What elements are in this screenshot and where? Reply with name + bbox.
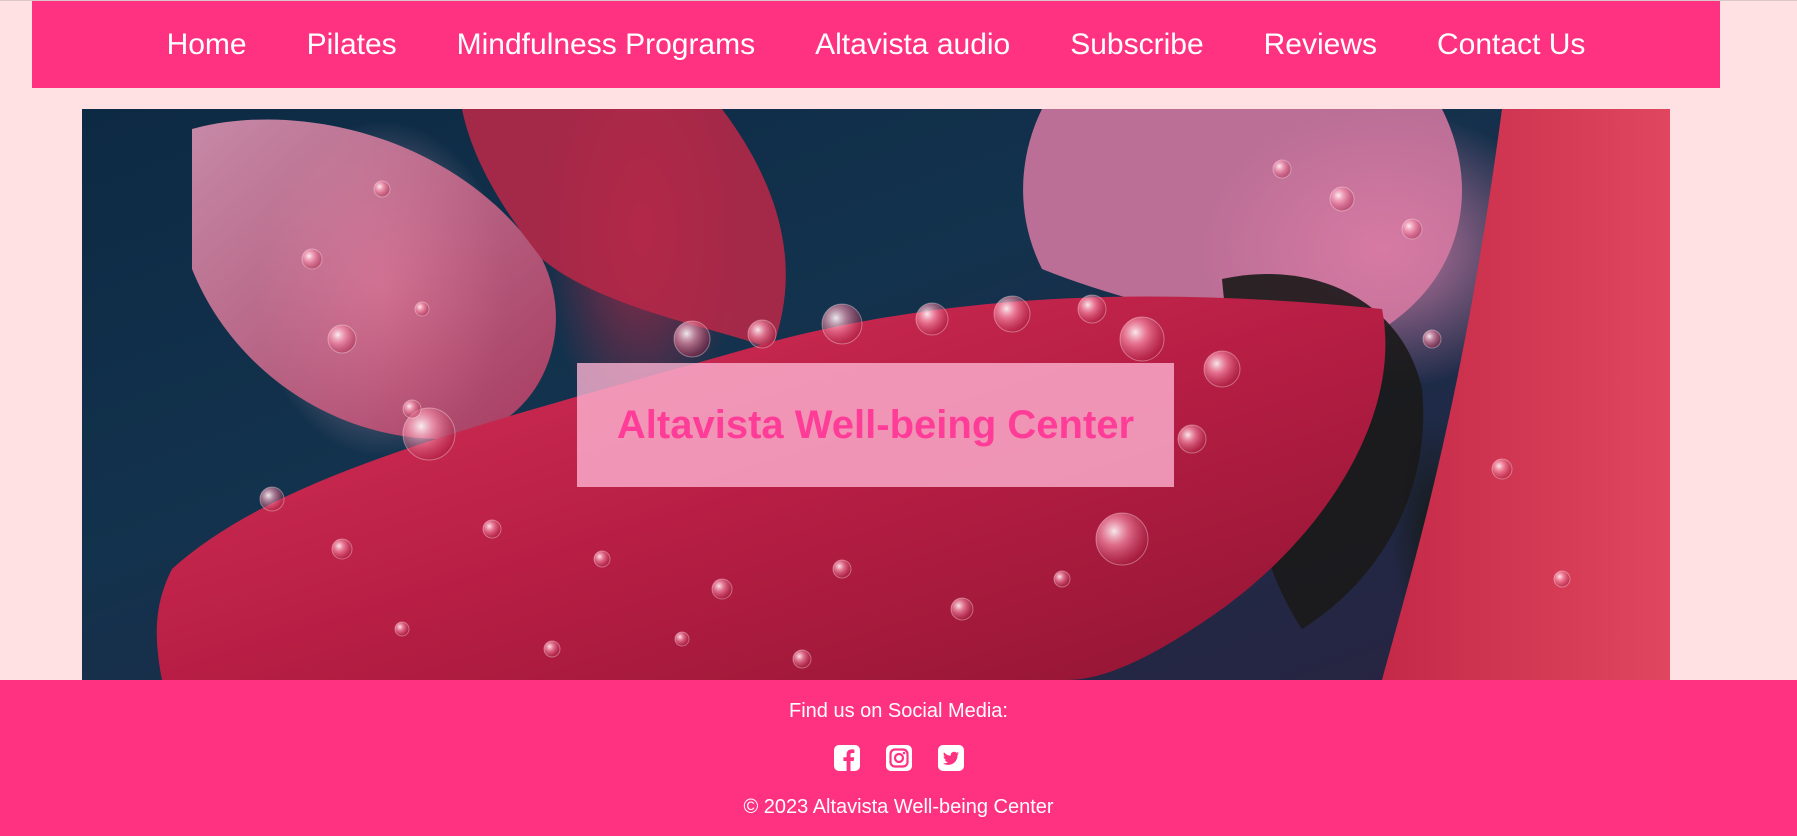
nav-item-home: Home [167, 28, 247, 62]
nav-item-mindfulness: Mindfulness Programs [457, 28, 755, 62]
hero-banner: Altavista Well-being Center [82, 109, 1670, 680]
copyright-text: © 2023 Altavista Well-being Center [743, 796, 1054, 818]
nav-link-subscribe[interactable]: Subscribe [1070, 28, 1203, 61]
nav-link-pilates[interactable]: Pilates [307, 28, 397, 61]
twitter-icon[interactable] [937, 744, 965, 772]
nav-list: Home Pilates Mindfulness Programs Altavi… [167, 28, 1586, 62]
nav-link-altavista-audio[interactable]: Altavista audio [815, 28, 1010, 61]
instagram-icon[interactable] [885, 744, 913, 772]
hero-title-box: Altavista Well-being Center [577, 363, 1174, 487]
nav-item-pilates: Pilates [307, 28, 397, 62]
social-heading: Find us on Social Media: [788, 700, 1008, 722]
nav-link-mindfulness-programs[interactable]: Mindfulness Programs [457, 28, 755, 61]
nav-item-reviews: Reviews [1264, 28, 1377, 62]
nav-link-contact-us[interactable]: Contact Us [1437, 28, 1585, 61]
hero-title: Altavista Well-being Center [616, 402, 1135, 447]
nav-item-audio: Altavista audio [815, 28, 1010, 62]
main-navigation: Home Pilates Mindfulness Programs Altavi… [32, 1, 1720, 88]
nav-item-subscribe: Subscribe [1070, 28, 1203, 62]
site-footer: Find us on Social Media: © 2023 Altavist… [0, 680, 1797, 836]
nav-item-contact: Contact Us [1437, 28, 1585, 62]
nav-link-home[interactable]: Home [167, 28, 247, 61]
nav-link-reviews[interactable]: Reviews [1264, 28, 1377, 61]
facebook-icon[interactable] [833, 744, 861, 772]
social-icons [0, 744, 1797, 772]
